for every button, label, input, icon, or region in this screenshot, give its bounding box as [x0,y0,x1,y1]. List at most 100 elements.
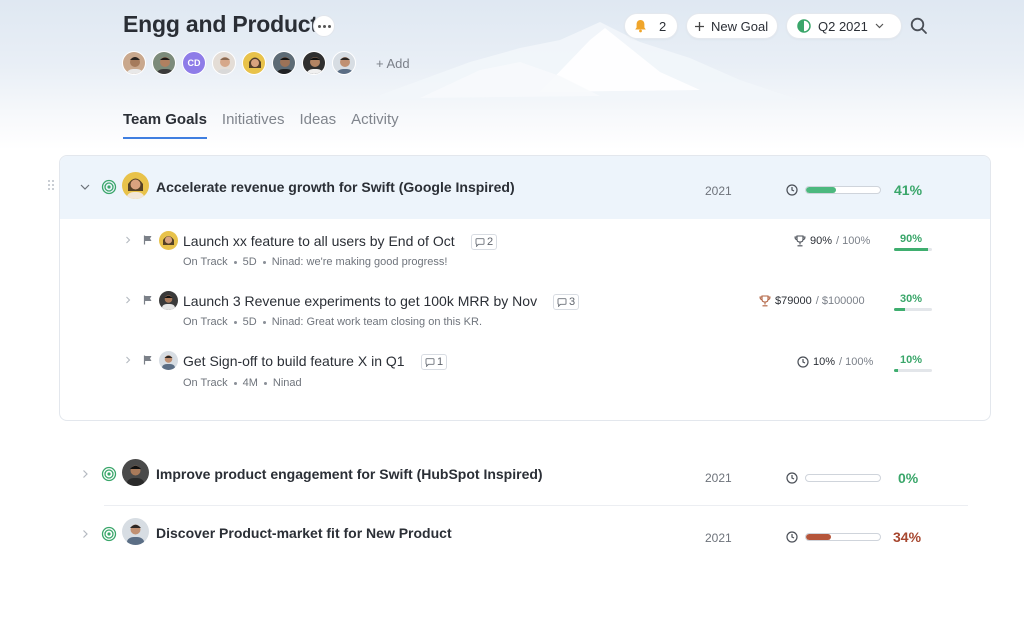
kr-age: 4M [242,377,258,389]
search-icon[interactable] [909,16,929,36]
kr-meta: On Track 4M Ninad [183,377,302,389]
new-goal-button[interactable]: New Goal [686,13,778,39]
goal-year: 2021 [705,531,732,545]
kr-progress-fill [894,308,906,311]
goal-progress-fill [806,534,832,540]
notifications-button[interactable]: 2 [624,13,678,39]
avatar[interactable] [332,51,356,75]
chevron-right-icon[interactable] [80,529,90,539]
kr-owner-avatar[interactable] [159,231,178,250]
chevron-right-icon[interactable] [124,356,132,364]
kr-note: Ninad [272,377,302,389]
kr-title[interactable]: Get Sign-off to build feature X in Q1 [183,353,405,369]
period-selector[interactable]: Q2 2021 [786,13,902,39]
chevron-down-icon[interactable] [80,182,90,192]
kr-age: 5D [242,256,257,268]
comment-count-badge[interactable]: 1 [421,354,448,370]
chevron-down-icon [875,23,884,29]
flag-icon [143,295,152,305]
flag-icon [143,355,152,365]
goal-owner-avatar[interactable] [122,172,149,199]
kr-status: On Track [183,316,228,328]
avatar[interactable] [122,51,146,75]
comment-icon [425,357,435,367]
kr-status: On Track [183,377,228,389]
kr-target-value: / 100% [839,356,874,368]
kr-progress-fill [894,248,929,251]
goal-progress-percent: 34% [893,529,922,545]
kr-current-value: $79000 [775,295,812,307]
kr-title[interactable]: Launch xx feature to all users by End of… [183,233,455,249]
avatar[interactable] [212,51,236,75]
avatar[interactable] [152,51,176,75]
period-label: Q2 2021 [818,18,868,34]
more-options-button[interactable] [313,15,335,37]
tab-bar: Team Goals Initiatives Ideas Activity [123,111,399,139]
bell-icon [635,20,646,33]
kr-metric: $79000 / $100000 [759,295,865,307]
avatar[interactable] [242,51,266,75]
kr-progress-percent: 30% [900,293,923,305]
kr-progress-fill [894,369,898,372]
new-goal-label: New Goal [711,18,769,34]
goal-title[interactable]: Improve product engagement for Swift (Hu… [156,466,543,482]
chevron-right-icon[interactable] [124,236,132,244]
chevron-right-icon[interactable] [80,469,90,479]
kr-meta: On Track 5D Ninad: Great work team closi… [183,316,482,328]
goal-progress-bar [805,533,881,541]
goal-title[interactable]: Discover Product-market fit for New Prod… [156,525,452,541]
goal-progress-fill [806,187,837,193]
notifications-count: 2 [659,18,667,34]
goal-year: 2021 [705,471,732,485]
avatar[interactable] [272,51,296,75]
goal-title[interactable]: Accelerate revenue growth for Swift (Goo… [156,179,515,195]
comment-count-badge[interactable]: 2 [471,234,498,250]
kr-metric: 90% / 100% [794,235,870,247]
more-dot-icon [327,24,331,28]
avatar-initials[interactable]: CD [182,51,206,75]
tab-activity[interactable]: Activity [351,111,399,139]
kr-owner-avatar[interactable] [159,351,178,370]
tab-initiatives[interactable]: Initiatives [222,111,285,139]
tab-team-goals[interactable]: Team Goals [123,111,207,139]
avatar[interactable] [302,51,326,75]
kr-title[interactable]: Launch 3 Revenue experiments to get 100k… [183,293,537,309]
chevron-right-icon[interactable] [124,296,132,304]
more-dot-icon [322,24,326,28]
goal-owner-avatar[interactable] [122,459,149,486]
clock-icon [786,472,798,484]
tab-ideas[interactable]: Ideas [299,111,336,139]
comment-count: 3 [569,296,576,308]
goal-progress-bar [805,474,881,482]
more-dot-icon [317,24,321,28]
goal-progress-percent: 0% [898,470,919,486]
clock-icon [797,356,809,368]
comment-count: 2 [487,236,494,248]
kr-age: 5D [242,316,257,328]
kr-current-value: 10% [813,356,836,368]
clock-icon [786,531,798,543]
kr-target-value: / $100000 [815,295,865,307]
goal-year: 2021 [705,184,732,198]
goal-progress-bar [805,186,881,194]
comment-icon [475,237,485,247]
kr-metric: 10% / 100% [797,356,873,368]
kr-owner-avatar[interactable] [159,291,178,310]
goal-owner-avatar[interactable] [122,518,149,545]
kr-progress-percent: 10% [900,354,923,366]
flag-icon [143,235,152,245]
kr-status: On Track [183,256,228,268]
kr-target-value: / 100% [836,235,871,247]
comment-count-badge[interactable]: 3 [553,294,580,310]
drag-handle-icon[interactable] [48,180,56,192]
half-circle-icon [797,19,811,33]
page-title: Engg and Product [123,11,318,37]
divider [104,505,968,506]
target-icon [101,526,117,542]
kr-current-value: 90% [810,235,833,247]
comment-icon [557,297,567,307]
goal-progress-percent: 41% [894,182,923,198]
trophy-icon [794,235,806,247]
kr-progress-bar [894,308,932,311]
add-member-button[interactable]: + Add [376,56,410,71]
